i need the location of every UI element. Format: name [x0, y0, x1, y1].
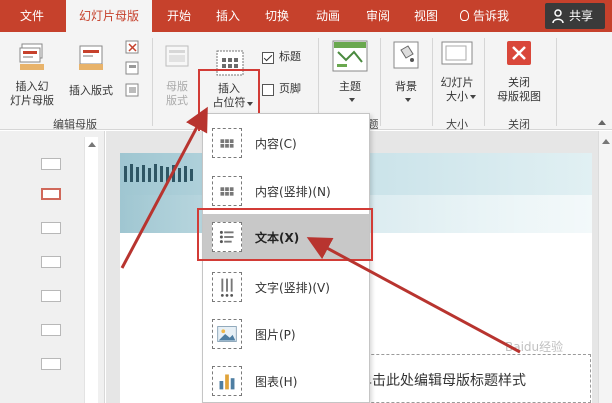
- slide-size-button[interactable]: 幻灯片 大小: [434, 38, 480, 114]
- menu-item-text-vertical[interactable]: 文字(竖排)(V): [203, 264, 369, 310]
- slide-thumbnail[interactable]: [41, 290, 61, 302]
- chevron-down-icon: [349, 98, 355, 102]
- menu-item-label: 内容(竖排)(N): [255, 185, 331, 199]
- close-master-view-button[interactable]: 关闭 母版视图: [488, 38, 550, 114]
- footer-checkbox[interactable]: [262, 84, 274, 96]
- scroll-up-icon[interactable]: [602, 139, 610, 144]
- slide-thumbnail-selected[interactable]: [41, 188, 61, 200]
- master-layout-icon: [165, 45, 189, 67]
- slide-thumbnail[interactable]: [41, 324, 61, 336]
- menu-item-label: 内容(C): [255, 137, 297, 151]
- tab-slide-master[interactable]: 幻灯片母版: [66, 0, 152, 33]
- text-item-highlight-box: [197, 208, 373, 261]
- tab-animations[interactable]: 动画: [307, 0, 349, 32]
- theme-button[interactable]: 主题: [324, 38, 376, 114]
- master-layout-button[interactable]: 母版 版式: [156, 42, 198, 114]
- tab-review[interactable]: 审阅: [357, 0, 399, 32]
- menu-item-label: 文字(竖排)(V): [255, 281, 330, 295]
- vertical-content-placeholder-icon: [212, 176, 242, 206]
- slide-master-icon: [19, 43, 44, 70]
- insert-slide-master-button[interactable]: 插入幻 灯片母版: [4, 42, 60, 114]
- picture-placeholder-icon: [212, 319, 242, 349]
- person-icon: [552, 9, 564, 23]
- close-icon: [507, 41, 531, 65]
- canvas-scrollbar[interactable]: [598, 131, 612, 403]
- menu-item-content[interactable]: 内容(C): [203, 120, 369, 166]
- menu-item-chart[interactable]: 图表(H): [203, 358, 369, 403]
- tell-me-label: 告诉我: [473, 9, 510, 23]
- background-label: 背景: [395, 80, 417, 93]
- group-size-label: 大小: [446, 118, 468, 131]
- scroll-up-icon[interactable]: [88, 142, 96, 147]
- share-button[interactable]: 共享: [545, 3, 605, 29]
- lightbulb-icon: [460, 10, 469, 21]
- ribbon-tab-bar: 文件 幻灯片母版 开始 插入 切换 动画 审阅 视图 告诉我 共享: [0, 0, 612, 33]
- tab-home[interactable]: 开始: [158, 0, 200, 32]
- insert-layout-button[interactable]: 插入版式: [62, 42, 120, 114]
- slide-thumbnail[interactable]: [41, 358, 61, 370]
- slide-thumbnail[interactable]: [41, 256, 61, 268]
- theme-icon: [332, 40, 368, 72]
- tab-file[interactable]: 文件: [6, 0, 58, 32]
- watermark-text: Baidu经验: [505, 340, 564, 354]
- close-master-view-label: 关闭 母版视图: [497, 76, 541, 103]
- background-button[interactable]: 背景: [384, 38, 428, 114]
- master-layout-label: 母版 版式: [166, 80, 188, 107]
- menu-item-picture[interactable]: 图片(P): [203, 311, 369, 357]
- layout-icon: [79, 45, 103, 70]
- title-check-label: 标题: [279, 50, 301, 63]
- paint-bucket-icon: [393, 41, 419, 69]
- slide-thumbnail[interactable]: [41, 158, 61, 170]
- footer-check-label: 页脚: [279, 82, 301, 95]
- tab-view[interactable]: 视图: [405, 0, 447, 32]
- menu-item-label: 图表(H): [255, 375, 298, 389]
- slide-thumbnail[interactable]: [41, 222, 61, 234]
- tab-transitions[interactable]: 切换: [256, 0, 298, 32]
- chart-placeholder-icon: [212, 366, 242, 396]
- slide-size-label: 幻灯片 大小: [440, 76, 474, 103]
- slide-size-icon: [441, 41, 473, 65]
- theme-label: 主题: [339, 80, 361, 93]
- people-silhouettes-icon: [124, 164, 193, 182]
- menu-item-label: 图片(P): [255, 328, 296, 342]
- ribbon-separator: [152, 38, 153, 126]
- group-close-label: 关闭: [508, 118, 530, 131]
- tab-insert[interactable]: 插入: [207, 0, 249, 32]
- ribbon-separator: [380, 38, 381, 126]
- insert-slide-master-label: 插入幻 灯片母版: [10, 80, 54, 107]
- tell-me-box[interactable]: 告诉我: [460, 0, 509, 32]
- chevron-down-icon: [470, 95, 476, 99]
- title-placeholder-text: 单击此处编辑母版标题样式: [358, 373, 526, 389]
- title-checkbox[interactable]: [262, 52, 274, 64]
- content-placeholder-icon: [212, 128, 242, 158]
- ribbon-separator: [432, 38, 433, 126]
- small-edit-icons[interactable]: [124, 40, 142, 100]
- collapse-ribbon-icon[interactable]: [598, 120, 606, 125]
- chevron-down-icon: [405, 98, 411, 102]
- share-label: 共享: [569, 9, 594, 23]
- ribbon-separator: [556, 38, 557, 126]
- ribbon-separator: [484, 38, 485, 126]
- vertical-text-placeholder-icon: [212, 272, 242, 302]
- insert-layout-label: 插入版式: [69, 84, 113, 97]
- group-edit-master-label: 编辑母版: [53, 118, 97, 131]
- thumbnail-scrollbar[interactable]: [84, 137, 98, 403]
